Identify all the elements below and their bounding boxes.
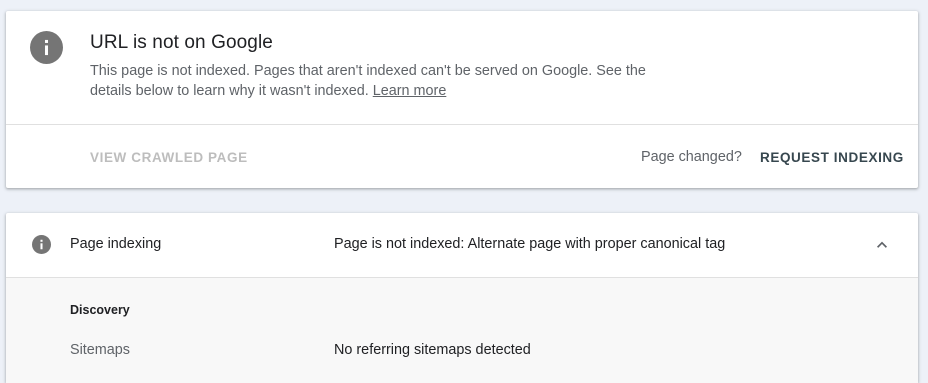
page-indexing-status: Page is not indexed: Alternate page with… <box>334 236 726 252</box>
discovery-heading: Discovery <box>70 303 130 317</box>
indexing-details <box>6 278 918 383</box>
page-indexing-label: Page indexing <box>70 236 162 252</box>
request-indexing-button[interactable]: REQUEST INDEXING <box>760 150 904 165</box>
divider <box>6 124 918 125</box>
url-status-card: URL is not on Google This page is not in… <box>6 11 918 188</box>
info-icon <box>32 235 51 254</box>
chevron-up-icon[interactable] <box>872 235 892 255</box>
sitemaps-label: Sitemaps <box>70 342 130 358</box>
view-crawled-page-button[interactable]: VIEW CRAWLED PAGE <box>90 150 248 165</box>
status-title: URL is not on Google <box>90 32 273 53</box>
status-description: This page is not indexed. Pages that are… <box>90 61 690 101</box>
description-text: This page is not indexed. Pages that are… <box>90 63 646 99</box>
sitemaps-value: No referring sitemaps detected <box>334 342 531 358</box>
info-icon <box>30 31 63 64</box>
learn-more-link[interactable]: Learn more <box>373 83 447 99</box>
page-changed-text: Page changed? <box>641 149 742 165</box>
page-indexing-card: Page indexing Page is not indexed: Alter… <box>6 213 918 383</box>
